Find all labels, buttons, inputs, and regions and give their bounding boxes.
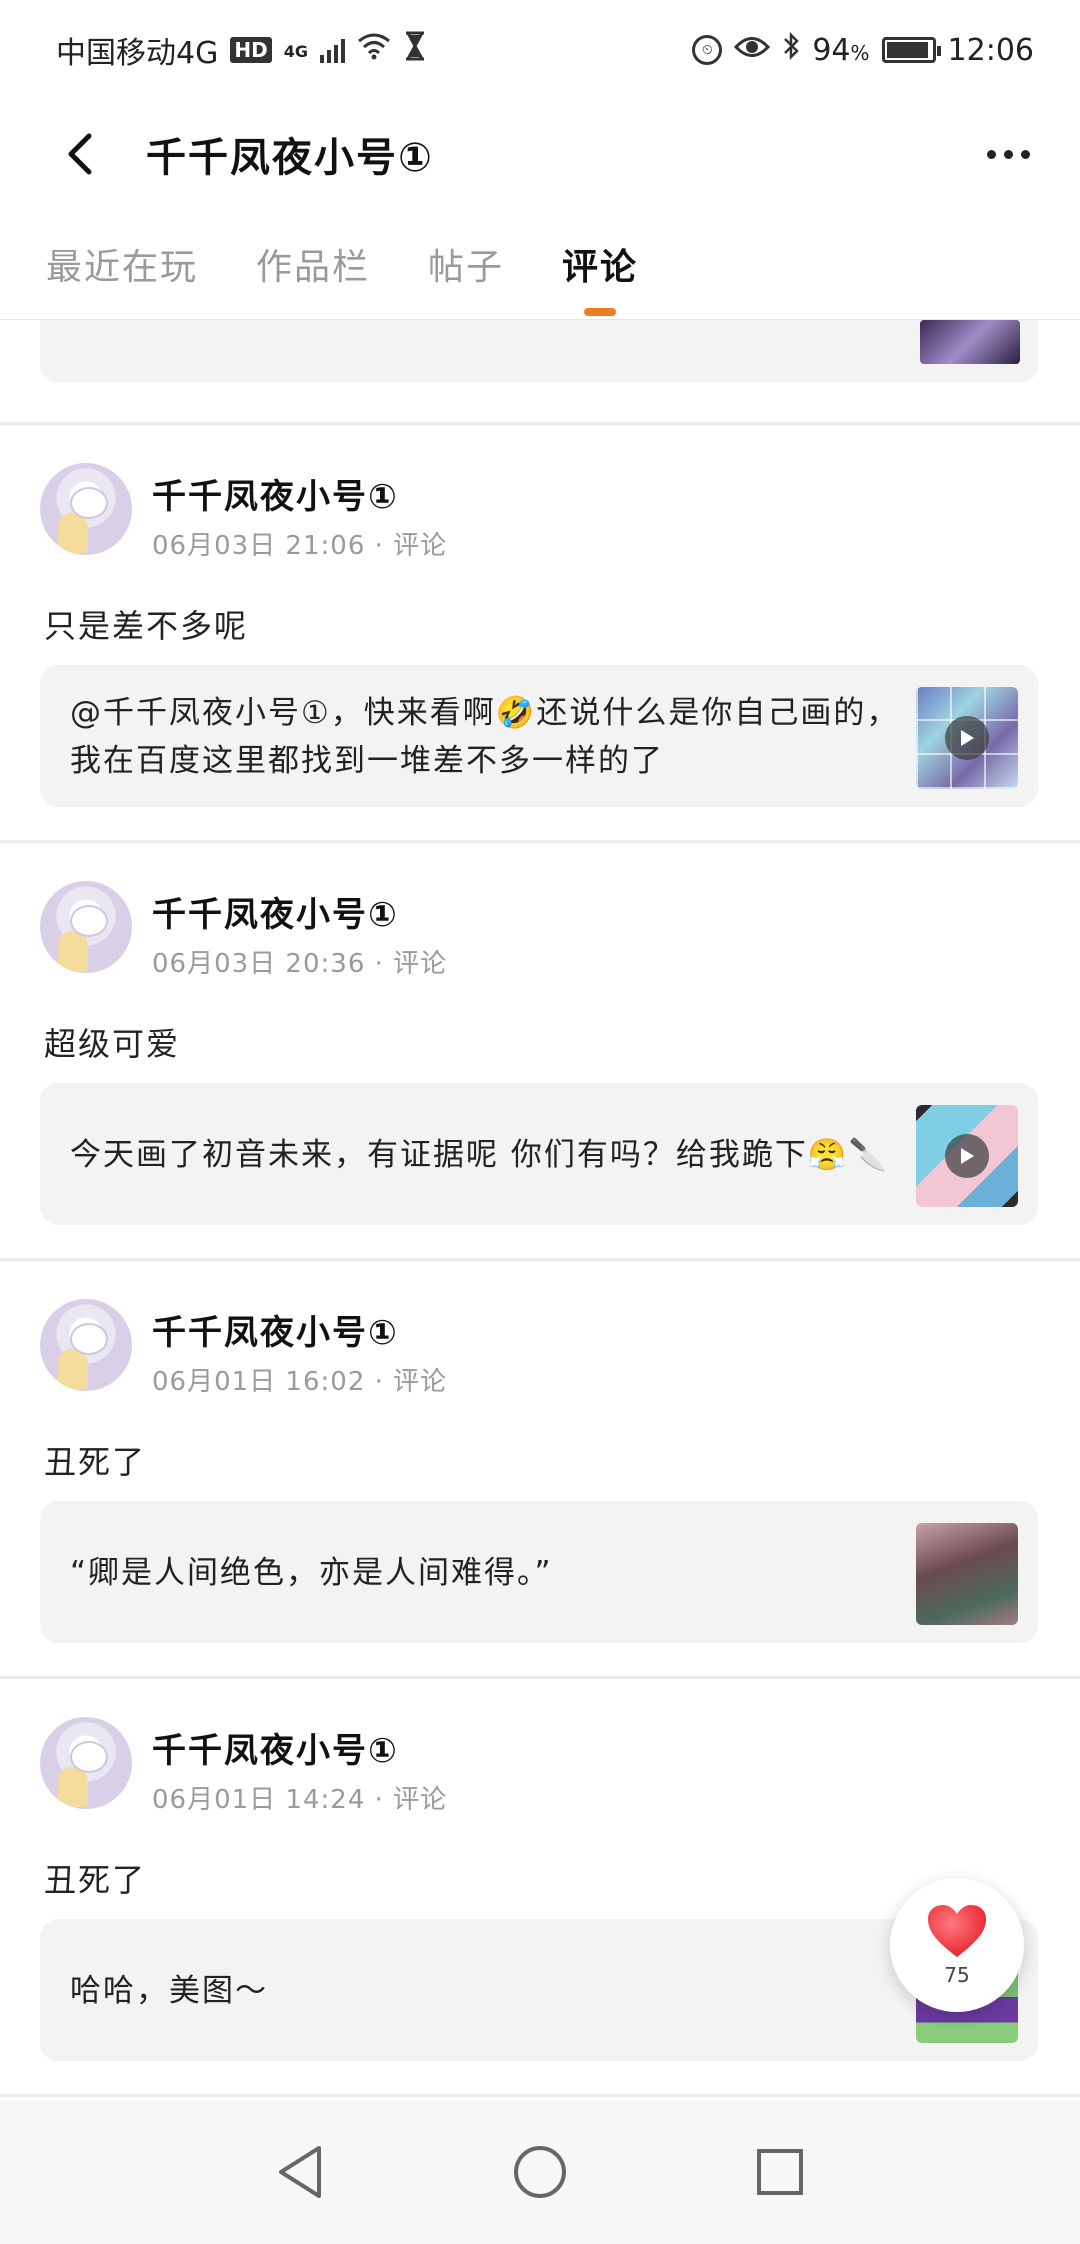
user-name[interactable]: 千千凤夜小号① <box>152 887 399 936</box>
post-meta: 06月01日 16:02 · 评论 <box>152 1367 448 1397</box>
user-name[interactable]: 千千凤夜小号① <box>152 1723 399 1772</box>
quoted-post-card[interactable]: 今天画了初音未来，有证据呢 你们有吗？给我跪下😤🔪 <box>40 1083 1038 1225</box>
tab-recently-played[interactable]: 最近在玩 <box>46 228 198 300</box>
status-bar: 中国移动4G HD 4G ⏲ 94% 12:06 <box>0 0 1080 100</box>
post-meta: 06月01日 14:24 · 评论 <box>152 1785 448 1815</box>
bluetooth-icon <box>782 31 800 69</box>
nav-home-button[interactable] <box>505 2137 575 2207</box>
more-dot-icon <box>1004 149 1013 159</box>
play-icon <box>945 716 989 760</box>
user-name[interactable]: 千千凤夜小号① <box>152 1305 399 1354</box>
clock: 12:06 <box>947 32 1034 68</box>
like-count: 75 <box>944 1963 970 1987</box>
comment-item[interactable]: 千千凤夜小号① 06月03日 21:06 · 评论 只是差不多呢 @千千凤夜小号… <box>0 425 1080 843</box>
comment-text: 丑死了 <box>44 1861 147 1899</box>
quoted-post-card[interactable]: 哈哈，美图～ <box>40 1919 1038 2061</box>
quoted-post-card[interactable]: @千千凤夜小号①，快来看啊🤣还说什么是你自己画的，我在百度这里都找到一堆差不多一… <box>40 665 1038 807</box>
user-name[interactable]: 千千凤夜小号① <box>152 469 399 518</box>
play-icon <box>945 1134 989 1178</box>
status-right: ⏲ 94% 12:06 <box>692 31 1034 69</box>
page-title: 千千凤夜小号① <box>146 135 434 181</box>
profile-tabs: 最近在玩 作品栏 帖子 评论 <box>0 208 1080 320</box>
eye-icon <box>734 33 771 68</box>
signal-icon <box>319 37 345 63</box>
more-dot-icon <box>1021 149 1030 159</box>
wifi-icon <box>357 32 391 68</box>
comment-item[interactable]: 千千凤夜小号① 06月03日 20:36 · 评论 超级可爱 今天画了初音未来，… <box>0 843 1080 1261</box>
post-meta: 06月03日 21:06 · 评论 <box>152 531 448 561</box>
circle-home-icon <box>514 2146 566 2198</box>
hourglass-icon <box>403 31 427 69</box>
partial-quote-card[interactable] <box>40 320 1038 382</box>
triangle-back-icon <box>279 2146 321 2198</box>
nav-recents-button[interactable] <box>745 2137 815 2207</box>
comment-item[interactable]: 千千凤夜小号① 06月01日 14:24 · 评论 丑死了 哈哈，美图～ <box>0 1679 1080 2097</box>
quoted-post-text: 哈哈，美图～ <box>70 1973 268 2009</box>
heart-icon <box>928 1905 986 1957</box>
quoted-post-text: “卿是人间绝色，亦是人间难得。” <box>70 1555 553 1591</box>
comment-feed[interactable]: 千千凤夜小号① 06月03日 21:06 · 评论 只是差不多呢 @千千凤夜小号… <box>0 320 1080 2100</box>
comment-text: 超级可爱 <box>44 1025 181 1063</box>
avatar[interactable] <box>40 1299 132 1391</box>
more-options-button[interactable] <box>977 140 1040 169</box>
quote-thumbnail[interactable] <box>916 1105 1018 1207</box>
nav-back-button[interactable] <box>265 2137 335 2207</box>
quoted-post-card[interactable]: “卿是人间绝色，亦是人间难得。” <box>40 1501 1038 1643</box>
system-nav-bar <box>0 2100 1080 2244</box>
divider <box>0 2094 1080 2097</box>
battery-percent: 94% <box>812 32 870 68</box>
comment-text: 丑死了 <box>44 1443 147 1481</box>
hd-badge: HD <box>230 37 272 63</box>
quote-thumbnail[interactable] <box>916 1523 1018 1625</box>
battery-icon <box>881 37 941 63</box>
app-bar: 千千凤夜小号① <box>0 100 1080 208</box>
quoted-post-text: 今天画了初音未来，有证据呢 你们有吗？给我跪下😤🔪 <box>70 1137 890 1173</box>
tab-works[interactable]: 作品栏 <box>256 228 370 300</box>
post-meta: 06月03日 20:36 · 评论 <box>152 949 448 979</box>
comment-text: 只是差不多呢 <box>44 607 249 645</box>
avatar[interactable] <box>40 881 132 973</box>
more-dot-icon <box>987 149 996 159</box>
quote-thumbnail[interactable] <box>916 687 1018 789</box>
quoted-post-text: @千千凤夜小号①，快来看啊🤣还说什么是你自己画的，我在百度这里都找到一堆差不多一… <box>70 695 900 779</box>
back-button[interactable] <box>50 124 110 184</box>
back-arrow-icon <box>68 133 92 175</box>
square-recents-icon <box>757 2149 803 2195</box>
status-left: 中国移动4G HD 4G <box>56 28 427 72</box>
tab-posts[interactable]: 帖子 <box>428 228 504 300</box>
tab-comments[interactable]: 评论 <box>562 228 638 300</box>
quote-thumbnail[interactable] <box>920 320 1020 364</box>
data-saver-icon: ⏲ <box>692 35 723 65</box>
network-type-label: 4G <box>283 42 308 61</box>
avatar[interactable] <box>40 1717 132 1809</box>
avatar[interactable] <box>40 463 132 555</box>
like-button[interactable]: 75 <box>890 1878 1024 2012</box>
carrier-label: 中国移动4G <box>56 36 219 71</box>
comment-item[interactable]: 千千凤夜小号① 06月01日 16:02 · 评论 丑死了 “卿是人间绝色，亦是… <box>0 1261 1080 1679</box>
